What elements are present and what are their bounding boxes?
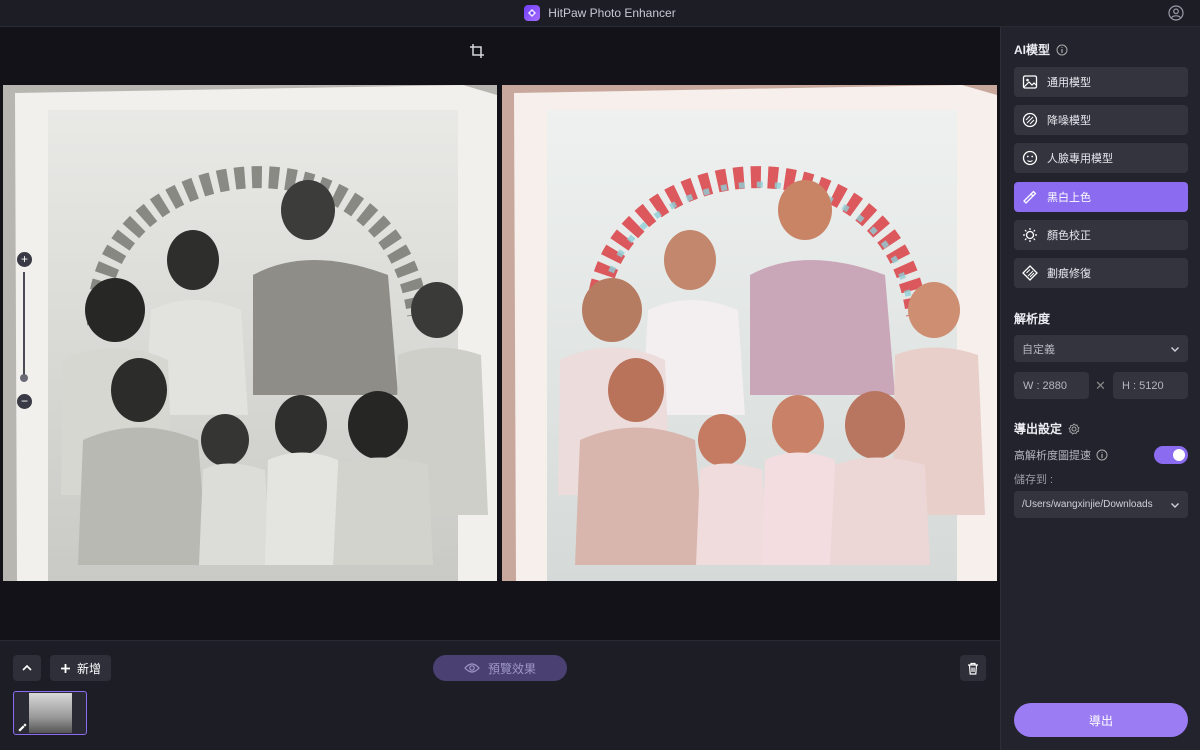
colorize-badge-icon	[17, 722, 28, 732]
resolution-section-title: 解析度	[1014, 310, 1050, 327]
color-correct-icon	[1023, 228, 1037, 242]
model-color-correct-button[interactable]: 顏色校正	[1014, 220, 1188, 250]
zoom-slider-thumb[interactable]	[20, 374, 28, 382]
model-label: 通用模型	[1047, 77, 1091, 89]
resolution-select[interactable]: 自定義	[1014, 335, 1188, 362]
ai-model-title: AI模型	[1014, 43, 1051, 57]
gear-icon[interactable]	[1068, 422, 1080, 435]
info-icon[interactable]	[1096, 449, 1108, 461]
title-wrap: HitPaw Photo Enhancer	[524, 5, 676, 21]
width-input[interactable]: W : 2880	[1014, 372, 1089, 399]
face-icon	[1022, 150, 1038, 166]
trash-icon	[968, 662, 978, 675]
info-icon[interactable]	[1056, 44, 1068, 56]
denoise-icon	[1022, 112, 1038, 128]
plus-icon	[60, 663, 70, 673]
hires-toggle[interactable]	[1154, 446, 1188, 464]
title-bar: HitPaw Photo Enhancer	[0, 0, 1200, 27]
preview-button-label: 預覽效果	[487, 661, 536, 676]
settings-panel: AI模型 通用模型 降噪模型 人臉專用模型 黑白上色 顏色校正 劃痕修復 解析度…	[1000, 27, 1200, 750]
scratch-repair-icon	[1022, 265, 1038, 281]
collapse-button[interactable]	[13, 655, 41, 681]
height-input[interactable]: H : 5120	[1113, 372, 1188, 399]
account-icon[interactable]	[1168, 5, 1184, 21]
chevron-down-icon	[1171, 346, 1179, 352]
save-path-value: /Users/wangxinjie/Downloads	[1022, 499, 1153, 510]
resolution-title: 解析度	[1014, 312, 1051, 326]
crop-icon[interactable]	[469, 43, 485, 59]
resolution-value: 自定義	[1022, 343, 1055, 356]
save-path-select[interactable]: /Users/wangxinjie/Downloads	[1014, 491, 1188, 518]
model-label: 顏色校正	[1047, 230, 1091, 242]
preview-canvas: + −	[0, 27, 1000, 640]
image-icon	[1022, 75, 1038, 89]
zoom-control: + −	[16, 252, 32, 409]
model-scratch-repair-button[interactable]: 劃痕修復	[1014, 258, 1188, 288]
hires-label-wrap: 高解析度圖提速	[1014, 447, 1108, 463]
preview-button[interactable]: 預覽效果	[433, 655, 567, 681]
ai-model-section-title: AI模型	[1014, 41, 1068, 58]
model-label: 人臉專用模型	[1047, 153, 1113, 165]
bottom-bar: 新增 預覽效果	[0, 640, 1000, 750]
model-face-button[interactable]: 人臉專用模型	[1014, 143, 1188, 173]
export-button[interactable]: 導出	[1014, 703, 1188, 737]
add-button-label: 新增	[76, 661, 101, 676]
delete-button[interactable]	[960, 655, 986, 681]
model-denoise-button[interactable]: 降噪模型	[1014, 105, 1188, 135]
zoom-out-button[interactable]: −	[17, 394, 32, 409]
colorize-icon	[1023, 190, 1037, 204]
colorized-photo	[502, 85, 997, 581]
thumbnail-image	[29, 693, 72, 733]
zoom-in-button[interactable]: +	[17, 252, 32, 267]
model-label: 降噪模型	[1047, 115, 1091, 127]
app-title: HitPaw Photo Enhancer	[548, 6, 676, 20]
export-settings-section-title: 導出設定	[1014, 420, 1080, 437]
model-label: 劃痕修復	[1047, 268, 1091, 280]
chevron-up-icon	[22, 664, 32, 671]
app-logo-icon	[524, 5, 541, 21]
original-photo	[3, 85, 497, 581]
hires-acceleration-row: 高解析度圖提速	[1014, 446, 1188, 464]
save-to-label: 儲存到 :	[1014, 474, 1054, 486]
dimension-separator-icon: ✕	[1095, 378, 1106, 393]
model-colorize-button[interactable]: 黑白上色	[1014, 182, 1188, 212]
image-thumbnail[interactable]	[13, 691, 87, 735]
eye-icon	[464, 663, 480, 673]
model-label: 黑白上色	[1047, 192, 1091, 204]
export-settings-title: 導出設定	[1014, 422, 1063, 436]
zoom-slider-track[interactable]	[23, 272, 25, 380]
add-button[interactable]: 新增	[50, 655, 111, 681]
hires-label: 高解析度圖提速	[1014, 450, 1091, 462]
chevron-down-icon	[1171, 502, 1179, 508]
model-general-button[interactable]: 通用模型	[1014, 67, 1188, 97]
